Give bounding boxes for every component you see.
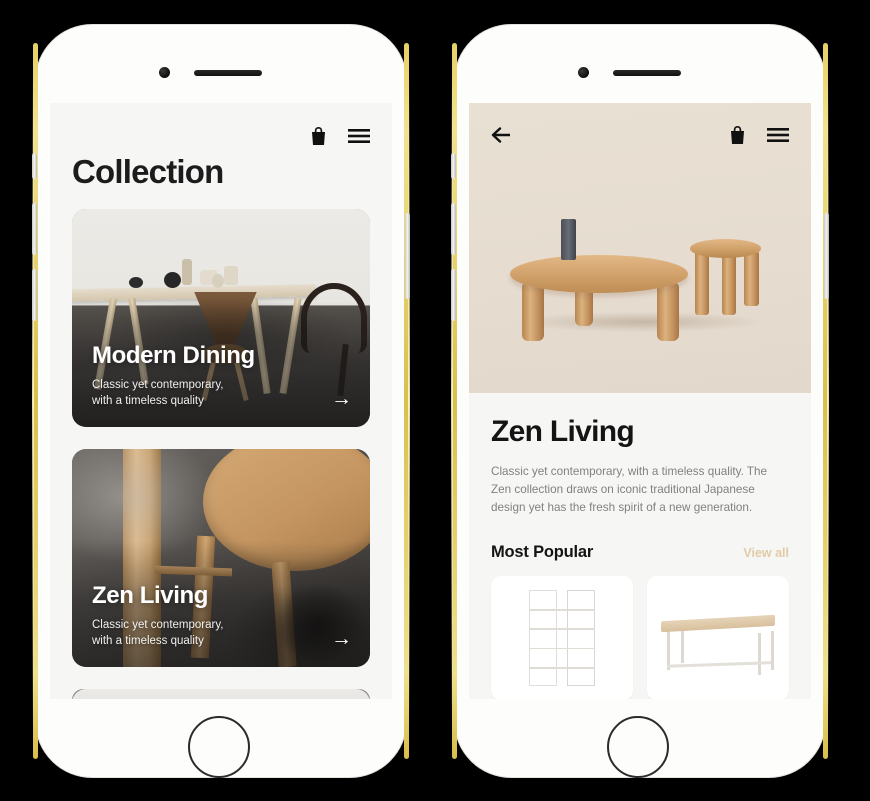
view-all-link[interactable]: View all xyxy=(743,546,789,560)
screen-left: Collection Modern Dining Classic yet con… xyxy=(50,103,392,699)
card-subtitle-line-2: with a timeless quality xyxy=(92,395,204,407)
screen-right: Zen Living Classic yet contemporary, wit… xyxy=(469,103,811,699)
card-arrow-right-icon[interactable]: → xyxy=(331,628,352,649)
card-subtitle-line-1: Classic yet contemporary, xyxy=(92,619,224,631)
product-card-shelving-unit[interactable] xyxy=(491,576,633,699)
card-text-block: Zen Living Classic yet contemporary, wit… xyxy=(92,582,352,649)
home-button[interactable] xyxy=(607,716,669,778)
most-popular-section-header: Most Popular View all xyxy=(491,543,789,562)
detail-content: Zen Living Classic yet contemporary, wit… xyxy=(469,393,811,699)
hamburger-menu-icon[interactable] xyxy=(348,128,370,144)
collection-card-next-peek[interactable] xyxy=(72,689,370,699)
card-arrow-right-icon[interactable]: → xyxy=(331,388,352,409)
collection-card-zen-living[interactable]: Zen Living Classic yet contemporary, wit… xyxy=(72,449,370,667)
section-heading: Most Popular xyxy=(491,543,594,561)
card-subtitle-line-2: with a timeless quality xyxy=(92,635,204,647)
mute-switch[interactable] xyxy=(451,153,456,179)
volume-down-button[interactable] xyxy=(451,269,456,321)
detail-description: Classic yet contemporary, with a timeles… xyxy=(491,465,768,514)
collection-card-modern-dining[interactable]: Modern Dining Classic yet contemporary, … xyxy=(72,209,370,427)
back-arrow-icon[interactable] xyxy=(491,126,513,144)
earpiece-speaker xyxy=(613,70,681,76)
product-list xyxy=(491,576,789,699)
card-subtitle: Classic yet contemporary, with a timeles… xyxy=(92,377,352,409)
hero-image-zen-living xyxy=(469,103,811,393)
card-text-block: Modern Dining Classic yet contemporary, … xyxy=(92,342,352,409)
hamburger-menu-icon[interactable] xyxy=(767,127,789,143)
earpiece-speaker xyxy=(194,70,262,76)
phone-device-left: Collection Modern Dining Classic yet con… xyxy=(32,25,410,778)
mute-switch[interactable] xyxy=(32,153,37,179)
card-subtitle: Classic yet contemporary, with a timeles… xyxy=(92,617,352,649)
card-title: Modern Dining xyxy=(92,342,255,369)
device-side-rail-left xyxy=(451,43,457,759)
card-title: Zen Living xyxy=(92,582,209,609)
volume-up-button[interactable] xyxy=(451,203,456,255)
collection-card-list: Modern Dining Classic yet contemporary, … xyxy=(50,191,392,699)
card-subtitle-line-1: Classic yet contemporary, xyxy=(92,379,224,391)
volume-down-button[interactable] xyxy=(32,269,37,321)
page-title: Collection xyxy=(72,153,224,190)
product-card-wooden-desk[interactable] xyxy=(647,576,789,699)
volume-up-button[interactable] xyxy=(32,203,37,255)
front-camera-icon xyxy=(159,67,170,78)
screenshot-stage: Collection Modern Dining Classic yet con… xyxy=(0,0,870,801)
device-side-rail-right xyxy=(823,43,829,759)
phone-device-right: Zen Living Classic yet contemporary, wit… xyxy=(451,25,829,778)
detail-title: Zen Living xyxy=(491,415,635,448)
product-image-shelving-unit xyxy=(529,589,595,687)
device-side-rail-left xyxy=(32,43,38,759)
device-side-rail-right xyxy=(404,43,410,759)
shopping-bag-icon[interactable] xyxy=(309,126,328,146)
power-button[interactable] xyxy=(824,213,829,299)
app-header-left xyxy=(50,103,392,151)
shopping-bag-icon[interactable] xyxy=(728,125,747,145)
app-header-right xyxy=(469,103,811,145)
front-camera-icon xyxy=(578,67,589,78)
home-button[interactable] xyxy=(188,716,250,778)
power-button[interactable] xyxy=(405,213,410,299)
